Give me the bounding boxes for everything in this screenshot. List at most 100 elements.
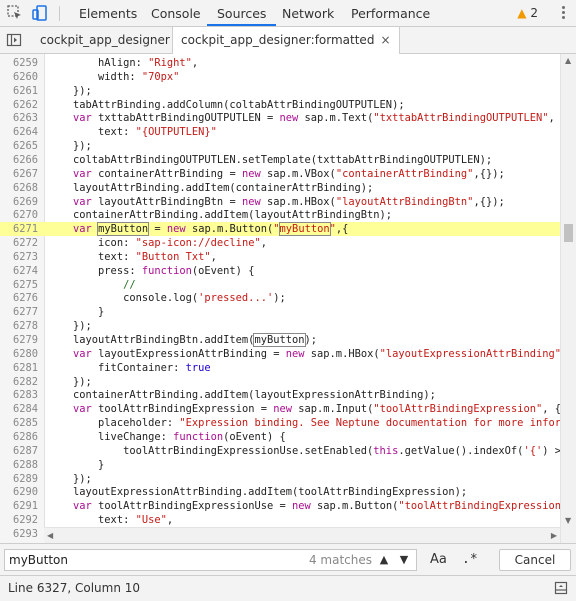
- line-number[interactable]: 6277: [0, 305, 38, 319]
- line-number[interactable]: 6262: [0, 98, 38, 112]
- device-toggle-icon[interactable]: [31, 4, 49, 22]
- line-number[interactable]: 6281: [0, 361, 38, 375]
- cancel-button[interactable]: Cancel: [499, 549, 571, 571]
- line-number[interactable]: 6284: [0, 402, 38, 416]
- line-number[interactable]: 6278: [0, 319, 38, 333]
- line-number[interactable]: 6261: [0, 84, 38, 98]
- line-number[interactable]: 6267: [0, 167, 38, 181]
- code-line[interactable]: 6287 toolAttrBindingExpressionUse.setEna…: [0, 444, 576, 458]
- line-number[interactable]: 6266: [0, 153, 38, 167]
- code-line[interactable]: 6260 width: "70px": [0, 70, 560, 84]
- scrollbar-thumb[interactable]: [564, 224, 573, 242]
- code-line[interactable]: 6291 var toolAttrBindingExpressionUse = …: [0, 499, 576, 513]
- line-number[interactable]: 6291: [0, 499, 38, 513]
- line-number[interactable]: 6292: [0, 513, 38, 527]
- close-icon[interactable]: ×: [380, 33, 390, 47]
- file-tab-cockpit-app-designer[interactable]: cockpit_app_designer: [30, 27, 180, 53]
- code-editor[interactable]: 6259 hAlign: "Right", 6260 width: "70px" 6…: [0, 54, 576, 543]
- code-line[interactable]: 6292 text: "Use",: [0, 513, 560, 527]
- code-line[interactable]: 6281 fitContainer: true: [0, 361, 560, 375]
- code-line[interactable]: 6273 text: "Button Txt",: [0, 250, 560, 264]
- line-number[interactable]: 6271: [0, 222, 38, 236]
- warnings-indicator[interactable]: ▲ 2: [517, 0, 538, 26]
- code-text: });: [48, 84, 92, 97]
- code-line[interactable]: 6276 console.log('pressed...');: [0, 291, 560, 305]
- status-panel-icon[interactable]: [554, 581, 568, 595]
- line-number[interactable]: 6273: [0, 250, 38, 264]
- previous-match-button[interactable]: ▲: [374, 550, 394, 570]
- tab-console[interactable]: Console: [141, 0, 211, 26]
- line-number[interactable]: 6288: [0, 458, 38, 472]
- tab-performance[interactable]: Performance: [341, 0, 440, 26]
- code-line[interactable]: 6283 containerAttrBinding.addItem(layout…: [0, 388, 560, 402]
- line-number[interactable]: 6259: [0, 56, 38, 70]
- code-line[interactable]: 6271 var myButton = new sap.m.Button("my…: [0, 222, 560, 237]
- code-line[interactable]: 6272 icon: "sap-icon://decline",: [0, 236, 560, 250]
- code-line[interactable]: 6279 layoutAttrBindingBtn.addItem(myButt…: [0, 333, 560, 347]
- line-number[interactable]: 6269: [0, 195, 38, 209]
- line-number[interactable]: 6279: [0, 333, 38, 347]
- code-line[interactable]: 6268 layoutAttrBinding.addItem(container…: [0, 181, 560, 195]
- next-match-button[interactable]: ▼: [394, 550, 414, 570]
- line-number[interactable]: 6265: [0, 139, 38, 153]
- code-line[interactable]: 6277 }: [0, 305, 560, 319]
- code-line[interactable]: 6286 liveChange: function(oEvent) {: [0, 430, 560, 444]
- line-number[interactable]: 6263: [0, 111, 38, 125]
- line-number[interactable]: 6268: [0, 181, 38, 195]
- code-line[interactable]: 6261 });: [0, 84, 560, 98]
- search-box[interactable]: 4 matches ▲ ▼: [4, 549, 417, 571]
- line-number[interactable]: 6289: [0, 472, 38, 486]
- code-line[interactable]: 6289 });: [0, 472, 560, 486]
- tab-network[interactable]: Network: [272, 0, 344, 26]
- line-number[interactable]: 6282: [0, 375, 38, 389]
- file-tab-cockpit-app-designer-formatted[interactable]: cockpit_app_designer:formatted ×: [172, 27, 400, 54]
- code-line[interactable]: 6280 var layoutExpressionAttrBinding = n…: [0, 347, 576, 361]
- line-number[interactable]: 6276: [0, 291, 38, 305]
- code-line[interactable]: 6278 });: [0, 319, 560, 333]
- code-line[interactable]: 6266 coltabAttrBindingOUTPUTLEN.setTempl…: [0, 153, 560, 167]
- code-line[interactable]: 6262 tabAttrBinding.addColumn(coltabAttr…: [0, 98, 560, 112]
- line-number[interactable]: 6272: [0, 236, 38, 250]
- tab-elements[interactable]: Elements: [69, 0, 147, 26]
- code-line[interactable]: 6290 layoutExpressionAttrBinding.addItem…: [0, 485, 560, 499]
- code-line[interactable]: 6282 });: [0, 375, 560, 389]
- scroll-up-icon[interactable]: ▲: [565, 56, 571, 65]
- line-number[interactable]: 6287: [0, 444, 38, 458]
- line-number[interactable]: 6264: [0, 125, 38, 139]
- line-number[interactable]: 6293: [0, 527, 38, 541]
- line-number[interactable]: 6283: [0, 388, 38, 402]
- code-line[interactable]: 6274 press: function(oEvent) {: [0, 264, 560, 278]
- vertical-scrollbar[interactable]: ▲ ▼: [560, 54, 576, 543]
- line-number[interactable]: 6290: [0, 485, 38, 499]
- tab-sources[interactable]: Sources: [207, 0, 277, 26]
- code-line[interactable]: 6288 }: [0, 458, 560, 472]
- line-number[interactable]: 6286: [0, 430, 38, 444]
- line-number[interactable]: 6275: [0, 278, 38, 292]
- code-line[interactable]: 6267 var containerAttrBinding = new sap.…: [0, 167, 560, 181]
- line-number[interactable]: 6260: [0, 70, 38, 84]
- code-line[interactable]: 6265 });: [0, 139, 560, 153]
- line-number[interactable]: 6285: [0, 416, 38, 430]
- code-line[interactable]: 6259 hAlign: "Right",: [0, 56, 560, 70]
- code-line[interactable]: 6269 var layoutAttrBindingBtn = new sap.…: [0, 195, 560, 209]
- search-input[interactable]: [9, 550, 309, 570]
- kebab-menu-icon[interactable]: [562, 6, 566, 21]
- code-line[interactable]: 6285 placeholder: "Expression binding. S…: [0, 416, 576, 430]
- match-case-button[interactable]: Aa: [430, 549, 447, 571]
- scroll-down-icon[interactable]: ▼: [565, 516, 571, 525]
- code-line[interactable]: 6263 var txttabAttrBindingOUTPUTLEN = ne…: [0, 111, 567, 125]
- code-line[interactable]: 6284 var toolAttrBindingExpression = new…: [0, 402, 561, 416]
- inspect-icon[interactable]: [6, 4, 24, 22]
- code-text: layoutAttrBinding.addItem(containerAttrB…: [48, 181, 374, 194]
- scroll-right-icon[interactable]: ▶: [551, 531, 557, 540]
- regex-button[interactable]: .*: [462, 549, 478, 571]
- code-line[interactable]: 6270 containerAttrBinding.addItem(layout…: [0, 208, 560, 222]
- line-number[interactable]: 6280: [0, 347, 38, 361]
- sidebar-toggle-icon[interactable]: [6, 32, 22, 48]
- code-line[interactable]: 6275 //: [0, 278, 560, 292]
- scroll-left-icon[interactable]: ◀: [47, 531, 53, 540]
- code-line[interactable]: 6264 text: "{OUTPUTLEN}": [0, 125, 560, 139]
- line-number[interactable]: 6274: [0, 264, 38, 278]
- line-number[interactable]: 6270: [0, 208, 38, 222]
- horizontal-scrollbar[interactable]: ◀ ▶: [44, 527, 560, 543]
